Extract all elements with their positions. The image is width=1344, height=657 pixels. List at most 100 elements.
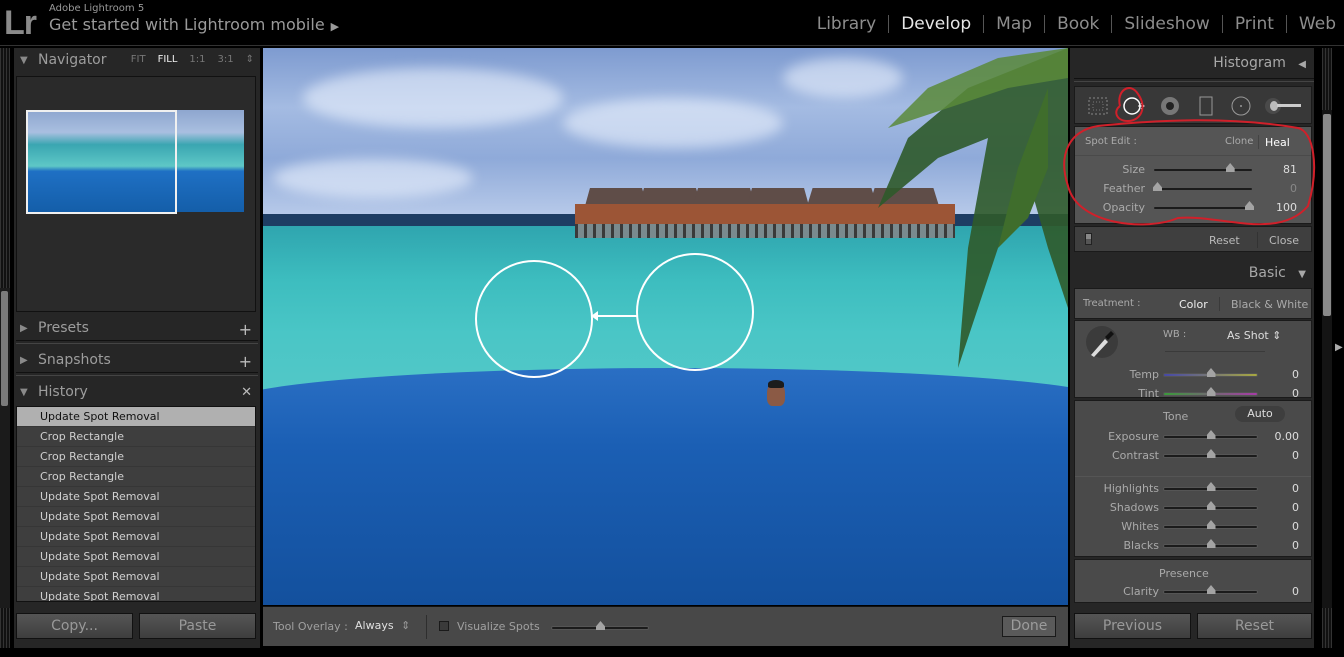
left-panel-scrollbar[interactable] — [0, 48, 10, 648]
filmstrip-toggle-arrow-icon[interactable]: ▶ — [1335, 342, 1343, 353]
snapshots-header[interactable]: ▶ Snapshots + — [14, 348, 260, 372]
slider-track-shadows[interactable] — [1163, 501, 1258, 510]
tool-overlay-select[interactable]: Always ⇕ — [355, 619, 410, 632]
zoom-spinner-icon[interactable]: ⇕ — [246, 54, 254, 65]
add-snapshot-icon[interactable]: + — [239, 352, 252, 371]
navigator-viewport-frame[interactable] — [26, 110, 177, 214]
navigator-header[interactable]: ▼ Navigator FIT FILL 1:1 3:1 ⇕ — [14, 48, 260, 72]
clone-mode-button[interactable]: Clone — [1225, 136, 1253, 147]
visualize-spots-checkbox[interactable] — [439, 621, 449, 631]
done-button[interactable]: Done — [1002, 616, 1056, 637]
auto-tone-button[interactable]: Auto — [1235, 406, 1285, 422]
slider-track-size[interactable] — [1153, 163, 1253, 172]
zoom-3-1[interactable]: 3:1 — [218, 54, 234, 65]
module-book[interactable]: Book — [1045, 14, 1111, 34]
history-item[interactable]: Update Spot Removal — [17, 507, 255, 527]
slider-value[interactable]: 0 — [1269, 520, 1299, 533]
history-item[interactable]: Update Spot Removal — [17, 487, 255, 507]
module-print[interactable]: Print — [1223, 14, 1286, 34]
tool-toggle-switch[interactable] — [1085, 233, 1092, 245]
spot-close-button[interactable]: Close — [1269, 234, 1299, 247]
slider-value[interactable]: 0.00 — [1269, 430, 1300, 443]
spot-removal-icon[interactable] — [1123, 96, 1145, 116]
history-item[interactable]: Update Spot Removal — [17, 407, 255, 427]
slider-knob[interactable] — [1245, 201, 1254, 210]
treatment-bw-button[interactable]: Black & White — [1231, 298, 1308, 311]
module-develop[interactable]: Develop — [889, 14, 983, 34]
history-item[interactable]: Update Spot Removal — [17, 587, 255, 601]
graduated-filter-icon[interactable] — [1195, 96, 1217, 116]
add-preset-icon[interactable]: + — [239, 320, 252, 339]
slider-value[interactable]: 0 — [1269, 539, 1299, 552]
radial-filter-icon[interactable] — [1230, 96, 1252, 116]
module-map[interactable]: Map — [984, 14, 1044, 34]
slider-value[interactable]: 0 — [1269, 501, 1299, 514]
history-item[interactable]: Crop Rectangle — [17, 427, 255, 447]
slider-track-temp[interactable] — [1163, 368, 1258, 377]
scrollbar-thumb[interactable] — [1, 291, 8, 406]
slider-value[interactable]: 0 — [1269, 585, 1299, 598]
slider-knob[interactable] — [1206, 387, 1216, 396]
identity-plate[interactable]: Get started with Lightroom mobile ▶ — [49, 15, 339, 34]
history-item[interactable]: Update Spot Removal — [17, 527, 255, 547]
scrollbar-thumb[interactable] — [1323, 114, 1331, 316]
slider-track-blacks[interactable] — [1163, 539, 1258, 548]
slider-track-whites[interactable] — [1163, 520, 1258, 529]
slider-track-contrast[interactable] — [1163, 449, 1258, 458]
module-library[interactable]: Library — [805, 14, 888, 34]
slider-value[interactable]: 0 — [1267, 182, 1297, 195]
slider-track-highlights[interactable] — [1163, 482, 1258, 491]
eyedropper-icon[interactable] — [1085, 325, 1119, 359]
slider-track-exposure[interactable] — [1163, 430, 1258, 439]
slider-knob[interactable] — [1206, 520, 1216, 529]
history-item[interactable]: Crop Rectangle — [17, 467, 255, 487]
slider-knob[interactable] — [596, 621, 605, 630]
slider-knob[interactable] — [1206, 368, 1216, 377]
slider-value[interactable]: 0 — [1269, 449, 1299, 462]
adjustment-brush-icon[interactable] — [1265, 96, 1305, 116]
photo-canvas[interactable] — [263, 48, 1068, 605]
right-panel-scrollbar[interactable] — [1322, 48, 1332, 648]
red-eye-icon[interactable] — [1159, 96, 1181, 116]
reset-button[interactable]: Reset — [1197, 613, 1312, 639]
basic-header[interactable]: Basic ▼ — [1249, 265, 1306, 281]
slider-track-tint[interactable] — [1163, 387, 1258, 396]
paste-button[interactable]: Paste — [139, 613, 256, 639]
spot-heal-source-circle[interactable] — [636, 253, 754, 371]
slider-knob[interactable] — [1206, 482, 1216, 491]
slider-knob[interactable] — [1206, 585, 1216, 594]
slider-track-opacity[interactable] — [1153, 201, 1254, 210]
history-item[interactable]: Update Spot Removal — [17, 547, 255, 567]
previous-button[interactable]: Previous — [1074, 613, 1191, 639]
module-slideshow[interactable]: Slideshow — [1112, 14, 1221, 34]
slider-value[interactable]: 0 — [1269, 387, 1299, 400]
spot-heal-target-circle[interactable] — [475, 260, 593, 378]
slider-track-feather[interactable] — [1153, 182, 1253, 191]
zoom-fit[interactable]: FIT — [131, 54, 146, 65]
treatment-color-button[interactable]: Color — [1179, 298, 1208, 311]
slider-knob[interactable] — [1225, 163, 1235, 172]
slider-value[interactable]: 100 — [1267, 201, 1297, 214]
crop-overlay-icon[interactable] — [1087, 96, 1109, 116]
slider-value[interactable]: 81 — [1267, 163, 1297, 176]
slider-track-clarity[interactable] — [1163, 585, 1258, 594]
heal-mode-button[interactable]: Heal — [1265, 136, 1290, 149]
histogram-header[interactable]: Histogram ◀ — [1213, 55, 1306, 71]
presets-header[interactable]: ▶ Presets + — [14, 316, 260, 340]
slider-value[interactable]: 0 — [1269, 482, 1299, 495]
slider-knob[interactable] — [1153, 182, 1162, 191]
wb-select[interactable]: As Shot ⇕ — [1227, 329, 1281, 342]
zoom-fill[interactable]: FILL — [158, 54, 178, 65]
clear-history-icon[interactable]: ✕ — [241, 385, 252, 400]
history-item[interactable]: Update Spot Removal — [17, 567, 255, 587]
visualize-threshold-slider[interactable] — [551, 621, 649, 630]
history-item[interactable]: Crop Rectangle — [17, 447, 255, 467]
zoom-1-1[interactable]: 1:1 — [189, 54, 205, 65]
copy-button[interactable]: Copy... — [16, 613, 133, 639]
module-web[interactable]: Web — [1287, 14, 1336, 34]
slider-knob[interactable] — [1206, 449, 1216, 458]
history-header[interactable]: ▼ History ✕ — [14, 380, 260, 404]
spot-reset-button[interactable]: Reset — [1209, 234, 1240, 247]
slider-knob[interactable] — [1206, 501, 1216, 510]
slider-knob[interactable] — [1206, 430, 1216, 439]
